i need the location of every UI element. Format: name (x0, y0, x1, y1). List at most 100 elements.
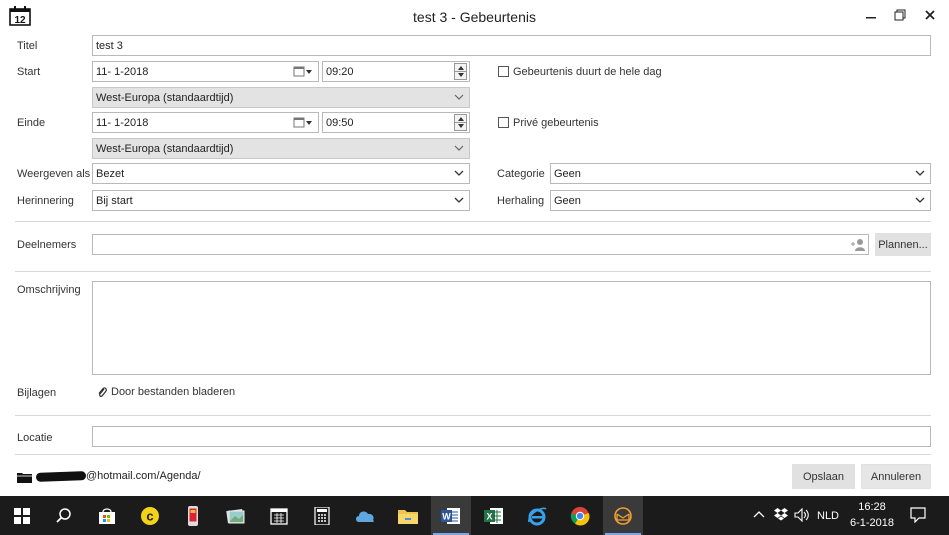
internet-explorer-icon (528, 507, 547, 525)
taskbar-app-photos[interactable] (216, 496, 256, 535)
calendar-dropdown-icon[interactable] (293, 65, 313, 78)
showas-select[interactable]: Bezet (92, 163, 470, 184)
svg-text:X: X (486, 511, 492, 521)
repeat-value: Geen (554, 194, 581, 207)
clock-time[interactable]: 16:28 (852, 501, 892, 513)
divider (15, 415, 931, 416)
close-button[interactable] (919, 5, 941, 25)
volume-icon[interactable] (794, 507, 810, 525)
chevron-down-icon (454, 197, 464, 203)
start-time-spinner[interactable] (454, 63, 467, 80)
minimize-button[interactable] (860, 5, 882, 25)
plan-button[interactable]: Plannen... (875, 233, 931, 256)
end-timezone-value: West-Europa (standaardtijd) (96, 142, 234, 155)
private-label: Privé gebeurtenis (513, 117, 599, 129)
redaction-mark (35, 470, 87, 482)
store-icon (99, 507, 115, 524)
taskbar-app-calendar[interactable] (259, 496, 299, 535)
chevron-down-icon (454, 170, 464, 176)
taskbar-app-ie[interactable] (517, 496, 557, 535)
title-bar: 12 test 3 - Gebeurtenis (0, 0, 949, 32)
phone-icon (188, 505, 198, 526)
folder-icon (398, 509, 418, 524)
dropbox-icon[interactable] (774, 508, 788, 524)
title-label: Titel (17, 40, 38, 52)
reminder-value: Bij start (96, 194, 133, 207)
start-button[interactable] (2, 496, 42, 535)
attendees-input[interactable] (92, 234, 869, 255)
end-time-spinner[interactable] (454, 114, 467, 131)
title-input[interactable]: test 3 (92, 35, 931, 56)
end-time-input[interactable]: 09:50 (322, 112, 470, 133)
cancel-button[interactable]: Annuleren (861, 464, 931, 489)
cloud-icon (356, 511, 374, 522)
chevron-down-icon (915, 197, 925, 203)
photos-icon (226, 508, 245, 523)
taskbar-app-calculator[interactable] (302, 496, 342, 535)
category-select[interactable]: Geen (550, 163, 931, 184)
end-timezone-select[interactable]: West-Europa (standaardtijd) (92, 138, 470, 159)
allday-checkbox[interactable] (498, 66, 509, 77)
end-label: Einde (17, 117, 46, 129)
word-icon: W (441, 507, 460, 524)
location-input[interactable] (92, 426, 931, 447)
chevron-up-icon[interactable] (753, 509, 765, 522)
reminder-label: Herinnering (17, 195, 74, 207)
allday-label: Gebeurtenis duurt de hele dag (513, 66, 662, 78)
taskbar-app-explorer[interactable] (388, 496, 428, 535)
restore-button[interactable] (889, 5, 911, 25)
end-date-value: 11- 1-2018 (96, 116, 149, 129)
description-textarea[interactable] (92, 281, 931, 375)
end-date-picker[interactable]: 11- 1-2018 (92, 112, 319, 133)
svg-text:W: W (442, 511, 451, 521)
start-timezone-value: West-Europa (standaardtijd) (96, 91, 234, 104)
taskbar-app-c[interactable]: c (130, 496, 170, 535)
search-button[interactable] (44, 496, 84, 535)
browse-files-link[interactable]: Door bestanden bladeren (97, 386, 235, 398)
mail-app-icon (614, 506, 632, 525)
taskbar: c W X NLD 16:28 6-1-2018 (0, 496, 949, 535)
add-person-icon[interactable] (851, 238, 865, 254)
language-indicator[interactable]: NLD (817, 510, 839, 522)
private-checkbox[interactable] (498, 117, 509, 128)
store-app[interactable] (87, 496, 127, 535)
attendees-label: Deelnemers (17, 239, 77, 251)
location-label: Locatie (17, 432, 53, 444)
taskbar-app-mail[interactable] (603, 496, 643, 535)
taskbar-app-word[interactable]: W (431, 496, 471, 535)
svg-text:c: c (146, 508, 153, 523)
taskbar-app-excel[interactable]: X (474, 496, 514, 535)
taskbar-app-chrome[interactable] (560, 496, 600, 535)
folder-path-text: @hotmail.com/Agenda/ (86, 470, 201, 482)
repeat-select[interactable]: Geen (550, 190, 931, 211)
calendar-app-icon (270, 507, 288, 525)
calendar-dropdown-icon[interactable] (293, 116, 313, 129)
search-icon (56, 507, 71, 523)
showas-value: Bezet (96, 167, 125, 180)
title-input-value: test 3 (96, 39, 123, 52)
repeat-label: Herhaling (497, 195, 545, 207)
start-time-input[interactable]: 09:20 (322, 61, 470, 82)
chevron-down-icon (454, 145, 464, 151)
divider (15, 271, 931, 272)
excel-icon: X (484, 507, 503, 524)
clock-date[interactable]: 6-1-2018 (846, 517, 898, 529)
folder-icon (17, 471, 32, 486)
browse-files-label: Door bestanden bladeren (111, 386, 236, 398)
start-label: Start (17, 66, 41, 78)
chrome-icon (570, 506, 590, 525)
start-date-value: 11- 1-2018 (96, 65, 149, 78)
showas-label: Weergeven als (17, 168, 91, 180)
notifications-icon[interactable] (910, 507, 926, 526)
circle-c-icon: c (141, 506, 159, 525)
paperclip-icon (98, 387, 107, 397)
reminder-select[interactable]: Bij start (92, 190, 470, 211)
start-date-picker[interactable]: 11- 1-2018 (92, 61, 319, 82)
taskbar-app-phone[interactable] (173, 496, 213, 535)
save-button[interactable]: Opslaan (792, 464, 855, 489)
taskbar-app-onedrive[interactable] (345, 496, 385, 535)
divider (15, 221, 931, 222)
start-time-value: 09:20 (326, 65, 354, 78)
start-timezone-select[interactable]: West-Europa (standaardtijd) (92, 87, 470, 108)
windows-icon (14, 507, 30, 524)
